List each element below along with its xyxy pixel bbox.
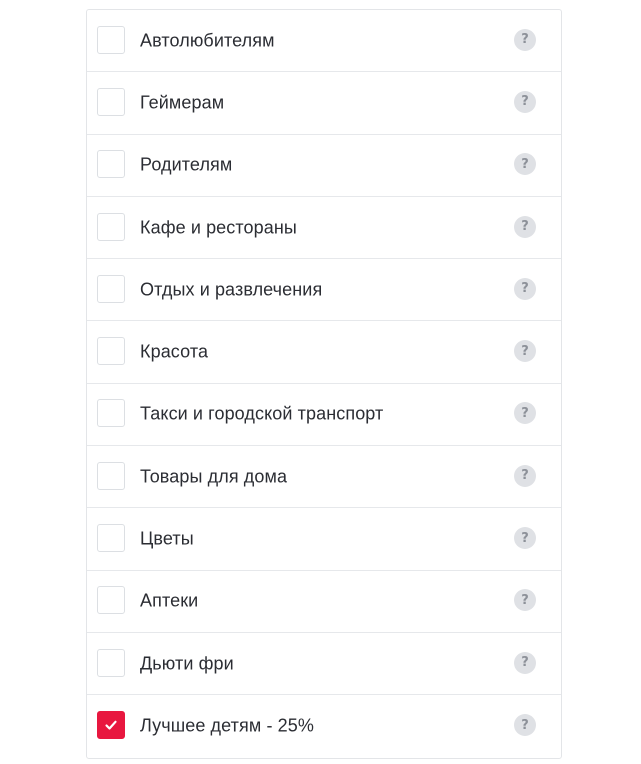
category-row-flowers[interactable]: Цветы ? [87,508,561,571]
category-row-cafes[interactable]: Кафе и рестораны ? [87,197,561,260]
category-checkbox[interactable] [97,25,125,54]
category-row-autolovers[interactable]: Автолюбителям ? [87,10,561,73]
category-checkbox[interactable] [97,524,125,553]
category-checkbox[interactable] [97,586,125,615]
category-checkbox[interactable] [97,87,125,116]
question-mark-icon[interactable]: ? [514,589,536,612]
category-checkbox[interactable] [97,711,125,740]
category-checkbox[interactable] [97,212,125,241]
category-row-leisure[interactable]: Отдых и развлечения ? [87,259,561,322]
question-mark-icon[interactable]: ? [514,714,536,737]
category-label: Такси и городской транспорт [140,403,384,424]
category-row-beauty[interactable]: Красота ? [87,321,561,384]
category-label: Товары для дома [140,466,288,487]
question-mark-icon[interactable]: ? [514,277,536,300]
category-label: Автолюбителям [140,30,275,51]
category-label: Родителям [140,154,233,175]
question-mark-icon[interactable]: ? [514,28,536,51]
category-row-best-for-kids[interactable]: Лучшее детям - 25% ? [87,695,561,757]
category-label: Аптеки [140,590,199,611]
category-checkbox[interactable] [97,461,125,490]
category-row-duty-free[interactable]: Дьюти фри ? [87,633,561,696]
category-checkbox[interactable] [97,399,125,428]
category-label: Цветы [140,528,194,549]
category-checkbox[interactable] [97,274,125,303]
checkmark-icon [105,721,117,731]
question-mark-icon[interactable]: ? [514,402,536,425]
question-mark-icon[interactable]: ? [514,215,536,238]
category-label: Отдых и развлечения [140,279,323,300]
category-row-gamers[interactable]: Геймерам ? [87,72,561,135]
question-mark-icon[interactable]: ? [514,651,536,674]
category-checkbox[interactable] [97,648,125,677]
category-label: Геймерам [140,92,225,113]
question-mark-icon[interactable]: ? [514,153,536,176]
category-row-parents[interactable]: Родителям ? [87,135,561,197]
category-list: Автолюбителям ? Геймерам ? Родителям ? К… [86,9,562,759]
question-mark-icon[interactable]: ? [514,464,536,487]
category-label: Дьюти фри [140,653,234,674]
category-row-taxi[interactable]: Такси и городской транспорт ? [87,384,561,447]
category-label: Красота [140,341,209,362]
category-row-pharmacies[interactable]: Аптеки ? [87,571,561,633]
category-label: Лучшее детям - 25% [140,715,314,736]
category-label: Кафе и рестораны [140,217,297,238]
category-checkbox[interactable] [97,337,125,366]
question-mark-icon[interactable]: ? [514,340,536,363]
category-checkbox[interactable] [97,150,125,179]
category-row-home-goods[interactable]: Товары для дома ? [87,446,561,509]
question-mark-icon[interactable]: ? [514,527,536,550]
question-mark-icon[interactable]: ? [514,90,536,113]
